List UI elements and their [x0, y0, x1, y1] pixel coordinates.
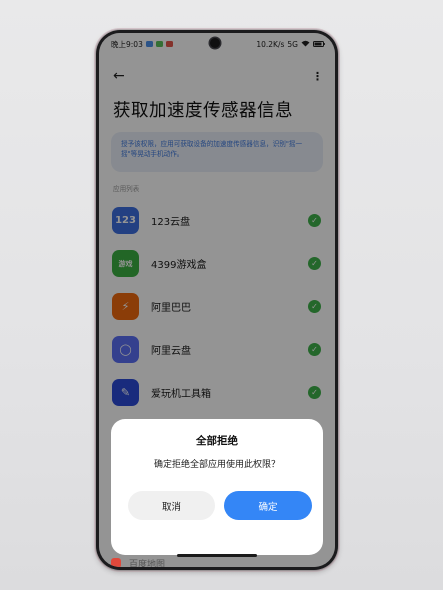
front-camera: [210, 38, 220, 48]
app-icon-baidumap: [111, 558, 121, 567]
screen: 晚上9:03 10.2K/s 5G ← ⋮ 获取加速度传感器信息 授予该权限，应: [99, 33, 335, 567]
cancel-button[interactable]: 取消: [128, 491, 215, 520]
confirm-dialog: 全部拒绝 确定拒绝全部应用使用此权限？ 取消 确定: [111, 419, 323, 555]
confirm-button[interactable]: 确定: [224, 491, 312, 520]
peek-app-name: 百度地图: [129, 559, 166, 568]
dialog-message: 确定拒绝全部应用使用此权限？: [153, 460, 280, 470]
phone-frame: 晚上9:03 10.2K/s 5G ← ⋮ 获取加速度传感器信息 授予该权限，应: [96, 30, 338, 570]
dialog-title: 全部拒绝: [196, 435, 238, 447]
home-indicator[interactable]: [177, 554, 257, 557]
